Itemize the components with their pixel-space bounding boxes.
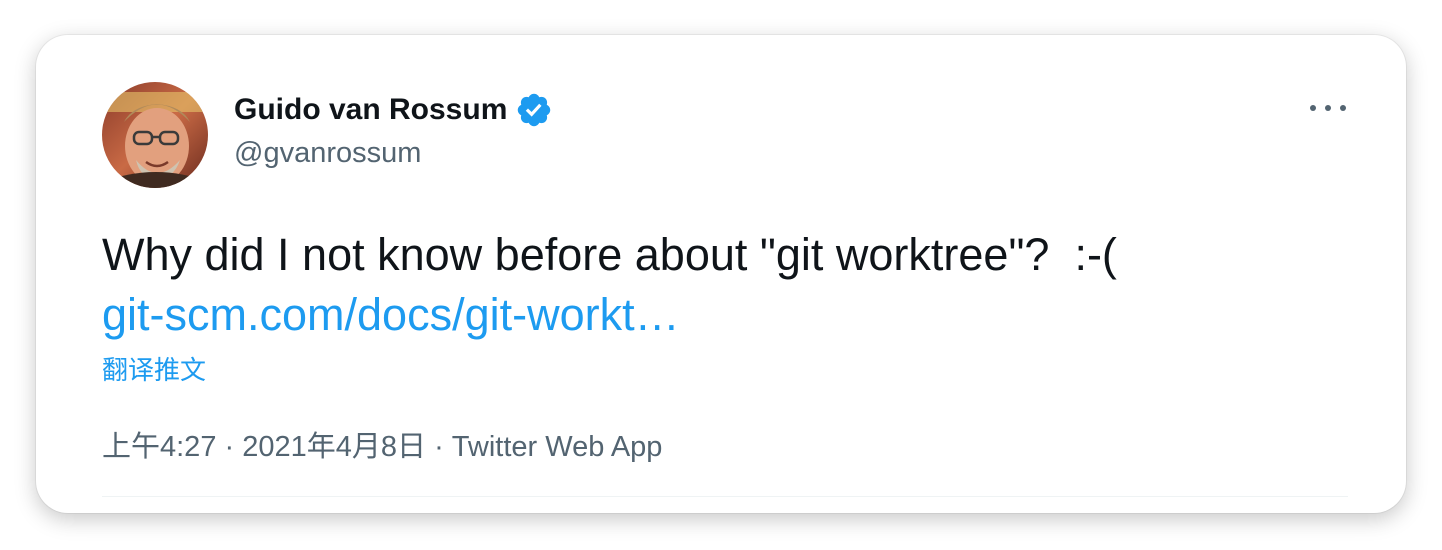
meta-separator: · xyxy=(216,431,243,463)
more-options-icon[interactable] xyxy=(1310,93,1346,123)
more-dot xyxy=(1325,105,1331,111)
tweet-card: Guido van Rossum @gvanrossum Why did I n… xyxy=(36,35,1406,513)
tweet-source-app[interactable]: Twitter Web App xyxy=(452,431,663,463)
author-name-row[interactable]: Guido van Rossum xyxy=(234,91,553,129)
tweet-date[interactable]: 2021年4月8日 xyxy=(242,431,426,463)
author-handle[interactable]: @gvanrossum xyxy=(234,137,421,170)
meta-separator: · xyxy=(426,431,452,463)
tweet-link[interactable]: git-scm.com/docs/git-workt… xyxy=(102,285,680,345)
more-dot xyxy=(1310,105,1316,111)
avatar-photo xyxy=(102,82,208,188)
author-display-name[interactable]: Guido van Rossum xyxy=(234,93,507,127)
divider xyxy=(102,496,1348,497)
verified-badge-icon xyxy=(515,91,553,129)
avatar[interactable] xyxy=(102,82,208,188)
more-dot xyxy=(1340,105,1346,111)
translate-tweet-button[interactable]: 翻译推文 xyxy=(102,350,206,387)
tweet-text: Why did I not know before about "git wor… xyxy=(102,229,1117,280)
tweet-meta: 上午4:27 · 2021年4月8日 · Twitter Web App xyxy=(102,423,662,465)
tweet-time[interactable]: 上午4:27 xyxy=(102,431,216,463)
